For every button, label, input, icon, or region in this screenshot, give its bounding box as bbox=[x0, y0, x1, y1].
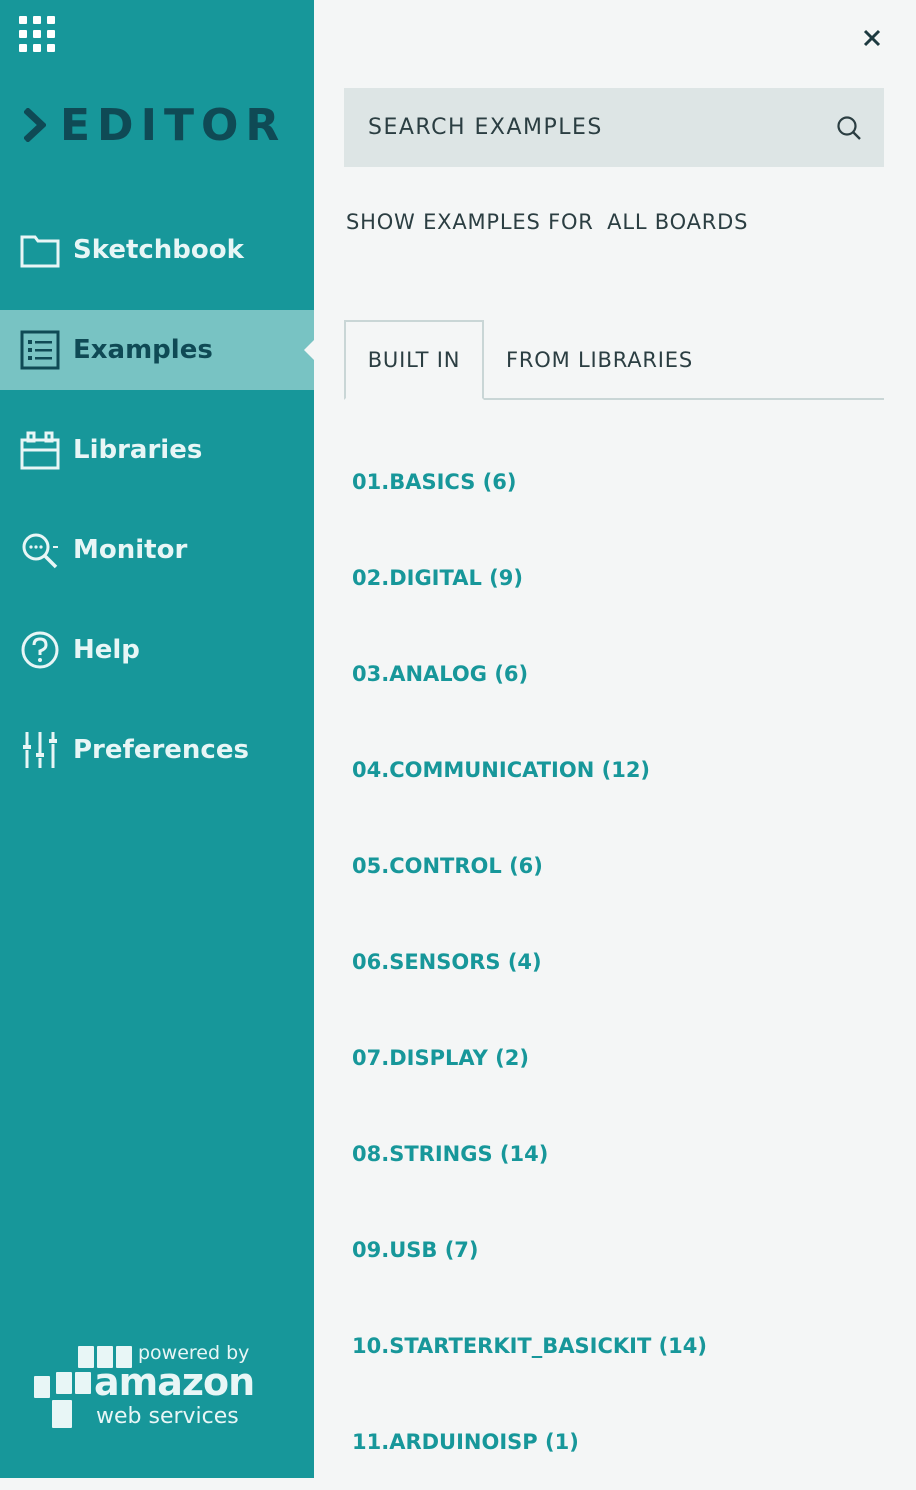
search-input[interactable] bbox=[366, 114, 810, 141]
sidebar-item-examples[interactable]: Examples bbox=[0, 310, 314, 390]
board-filter-select[interactable]: ALL BOARDS bbox=[607, 210, 748, 234]
example-tabs: BUILT IN FROM LIBRARIES bbox=[344, 320, 884, 400]
list-icon bbox=[20, 330, 60, 370]
sidebar: EDITOR Sketchbook Examples Libraries Mon… bbox=[0, 0, 314, 1478]
sidebar-item-libraries[interactable]: Libraries bbox=[0, 410, 314, 490]
board-filter-label: SHOW EXAMPLES FOR bbox=[346, 210, 594, 234]
sidebar-item-label: Sketchbook bbox=[73, 235, 244, 265]
list-item[interactable]: 09.USB (7) bbox=[352, 1202, 882, 1298]
search-icon[interactable] bbox=[836, 115, 862, 141]
list-item[interactable]: 02.DIGITAL (9) bbox=[352, 530, 882, 626]
list-item[interactable]: 01.BASICS (6) bbox=[352, 434, 882, 530]
folder-icon bbox=[20, 230, 60, 270]
sidebar-item-label: Preferences bbox=[73, 735, 249, 765]
sidebar-item-label: Examples bbox=[73, 335, 213, 365]
board-filter: SHOW EXAMPLES FOR ALL BOARDS bbox=[346, 210, 748, 234]
aws-web-services-text: web services bbox=[96, 1404, 239, 1429]
list-item[interactable]: 08.STRINGS (14) bbox=[352, 1106, 882, 1202]
list-item[interactable]: 11.ARDUINOISP (1) bbox=[352, 1394, 882, 1490]
sliders-icon bbox=[20, 730, 60, 770]
tab-from-libraries[interactable]: FROM LIBRARIES bbox=[506, 320, 693, 400]
app-title: EDITOR bbox=[60, 99, 287, 151]
close-icon bbox=[863, 29, 881, 47]
examples-panel: SHOW EXAMPLES FOR ALL BOARDS BUILT IN FR… bbox=[314, 0, 916, 1478]
list-item[interactable]: 10.STARTERKIT_BASICKIT (14) bbox=[352, 1298, 882, 1394]
help-icon bbox=[20, 630, 60, 670]
libraries-icon bbox=[20, 430, 60, 470]
sidebar-item-label: Libraries bbox=[73, 435, 203, 465]
sidebar-item-label: Monitor bbox=[73, 535, 188, 565]
sidebar-nav: Sketchbook Examples Libraries Monitor He… bbox=[0, 210, 314, 810]
list-item[interactable]: 05.CONTROL (6) bbox=[352, 818, 882, 914]
sidebar-item-monitor[interactable]: Monitor bbox=[0, 510, 314, 590]
sidebar-item-label: Help bbox=[73, 635, 140, 665]
apps-grid-icon[interactable] bbox=[19, 16, 57, 54]
aws-logo: powered by amazon web services bbox=[30, 1340, 260, 1440]
app-brand: EDITOR bbox=[24, 99, 287, 151]
search-box bbox=[344, 88, 884, 167]
sidebar-item-help[interactable]: Help bbox=[0, 610, 314, 690]
chevron-right-icon bbox=[24, 108, 46, 142]
list-item[interactable]: 06.SENSORS (4) bbox=[352, 914, 882, 1010]
aws-amazon-text: amazon bbox=[94, 1360, 255, 1404]
sidebar-item-sketchbook[interactable]: Sketchbook bbox=[0, 210, 314, 290]
list-item[interactable]: 03.ANALOG (6) bbox=[352, 626, 882, 722]
list-item[interactable]: 04.COMMUNICATION (12) bbox=[352, 722, 882, 818]
examples-list: 01.BASICS (6) 02.DIGITAL (9) 03.ANALOG (… bbox=[352, 434, 882, 1490]
tab-built-in[interactable]: BUILT IN bbox=[344, 320, 484, 400]
monitor-icon bbox=[20, 530, 60, 570]
sidebar-item-preferences[interactable]: Preferences bbox=[0, 710, 314, 790]
close-button[interactable] bbox=[858, 24, 886, 52]
list-item[interactable]: 07.DISPLAY (2) bbox=[352, 1010, 882, 1106]
